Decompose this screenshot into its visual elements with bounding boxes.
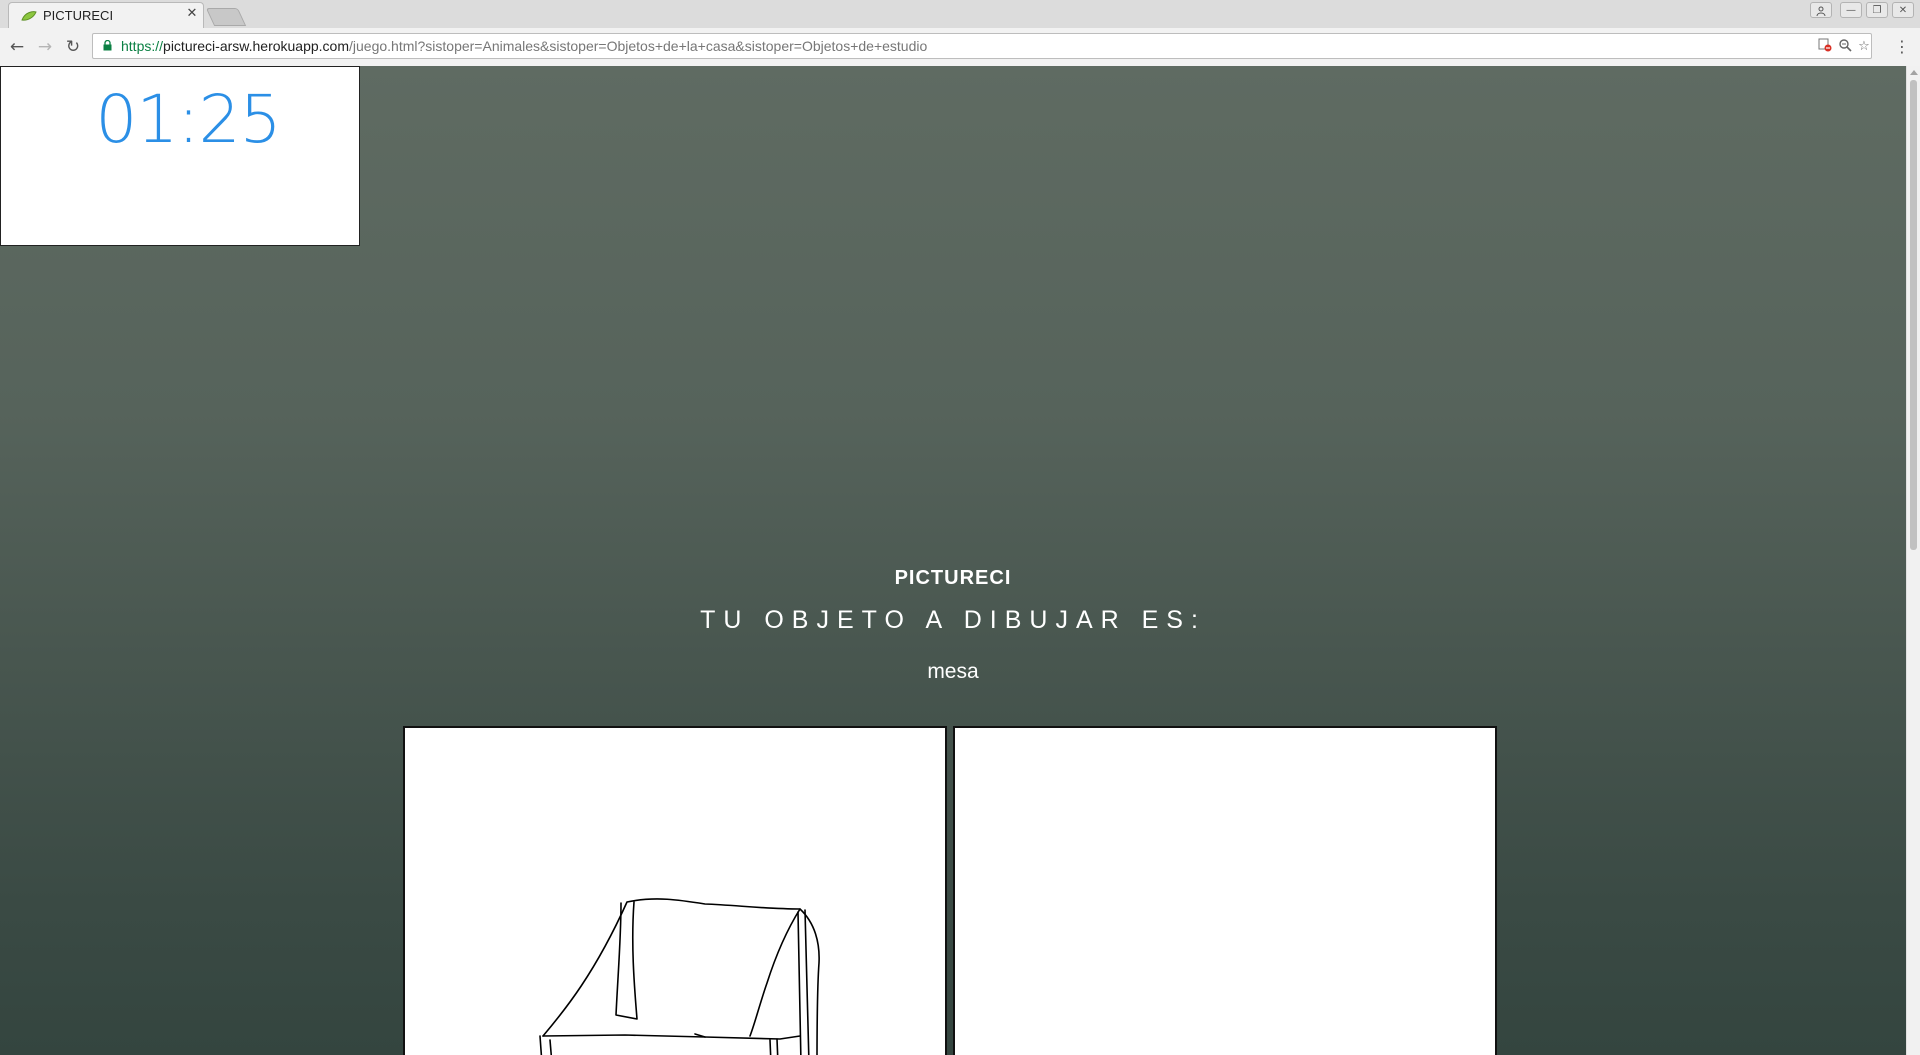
new-tab-button[interactable] — [205, 8, 247, 26]
url-text[interactable]: https://pictureci-arsw.herokuapp.com/jue… — [121, 38, 927, 54]
forward-button[interactable]: → — [34, 36, 56, 58]
countdown-timer: 01:25 — [95, 81, 281, 158]
url-host: pictureci-arsw.herokuapp.com — [163, 38, 350, 54]
reload-button[interactable]: ↻ — [62, 36, 84, 58]
magnifier-icon — [1839, 39, 1852, 52]
url-scheme: https:// — [121, 38, 164, 54]
browser-toolbar: ← → ↻ https://pictureci-arsw.herokuapp.c… — [0, 28, 1920, 67]
lock-icon — [103, 40, 112, 51]
opponent-canvas — [953, 726, 1497, 1055]
browser-window: PICTURECI ✕ — ❐ ✕ ← → ↻ https://picturec… — [0, 0, 1920, 1055]
tab-close-icon[interactable]: ✕ — [185, 7, 199, 21]
user-silhouette-icon — [1816, 6, 1826, 17]
minimize-button[interactable]: — — [1840, 2, 1862, 18]
address-bar[interactable]: https://pictureci-arsw.herokuapp.com/jue… — [92, 33, 1872, 59]
page-viewport: 01:25 PICTURECI TU OBJETO A DIBUJAR ES: … — [0, 66, 1906, 1055]
scroll-thumb[interactable] — [1910, 80, 1917, 550]
blocked-content-icon[interactable] — [1816, 38, 1834, 56]
browser-menu-button[interactable]: ⋮ — [1892, 36, 1912, 58]
tab-strip: PICTURECI ✕ — ❐ ✕ — [0, 0, 1920, 29]
window-close-button[interactable]: ✕ — [1892, 2, 1914, 18]
blocked-badge-icon — [1818, 38, 1832, 52]
bookmark-star-icon[interactable]: ☆ — [1855, 38, 1873, 56]
back-button[interactable]: ← — [6, 36, 28, 58]
tab-pictureci[interactable]: PICTURECI ✕ — [8, 2, 204, 28]
draw-instruction: TU OBJETO A DIBUJAR ES: — [700, 606, 1206, 634]
scroll-up-arrow-icon[interactable] — [1910, 70, 1918, 75]
restore-button[interactable]: ❐ — [1866, 2, 1888, 18]
leaf-favicon-icon — [21, 11, 37, 21]
drawing-canvas[interactable] — [403, 726, 947, 1055]
timer-panel: 01:25 — [0, 66, 360, 246]
user-profile-icon[interactable] — [1810, 2, 1832, 18]
game-brand: PICTURECI — [894, 567, 1012, 589]
table-sketch-drawing — [539, 898, 820, 1055]
word-to-draw: mesa — [927, 660, 979, 683]
page-scrollbar[interactable] — [1906, 66, 1920, 1055]
zoom-icon[interactable] — [1836, 38, 1854, 56]
url-path: /juego.html?sistoper=Animales&sistoper=O… — [349, 38, 928, 54]
tab-title: PICTURECI — [43, 8, 114, 23]
